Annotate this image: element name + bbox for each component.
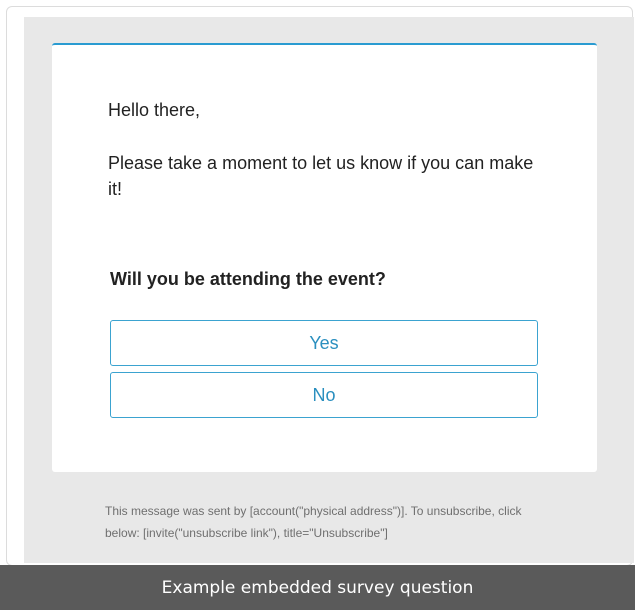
greeting-text: Hello there,	[108, 100, 201, 120]
answer-no-button[interactable]: No	[110, 372, 538, 418]
image-caption: Example embedded survey question	[0, 565, 635, 610]
survey-question: Will you be attending the event?	[110, 269, 386, 289]
intro-text: Please take a moment to let us know if y…	[108, 153, 534, 199]
email-card: Hello there, Please take a moment to let…	[52, 43, 597, 472]
answer-yes-button[interactable]: Yes	[110, 320, 538, 366]
footer-unsubscribe-text: This message was sent by [account("physi…	[105, 504, 522, 540]
